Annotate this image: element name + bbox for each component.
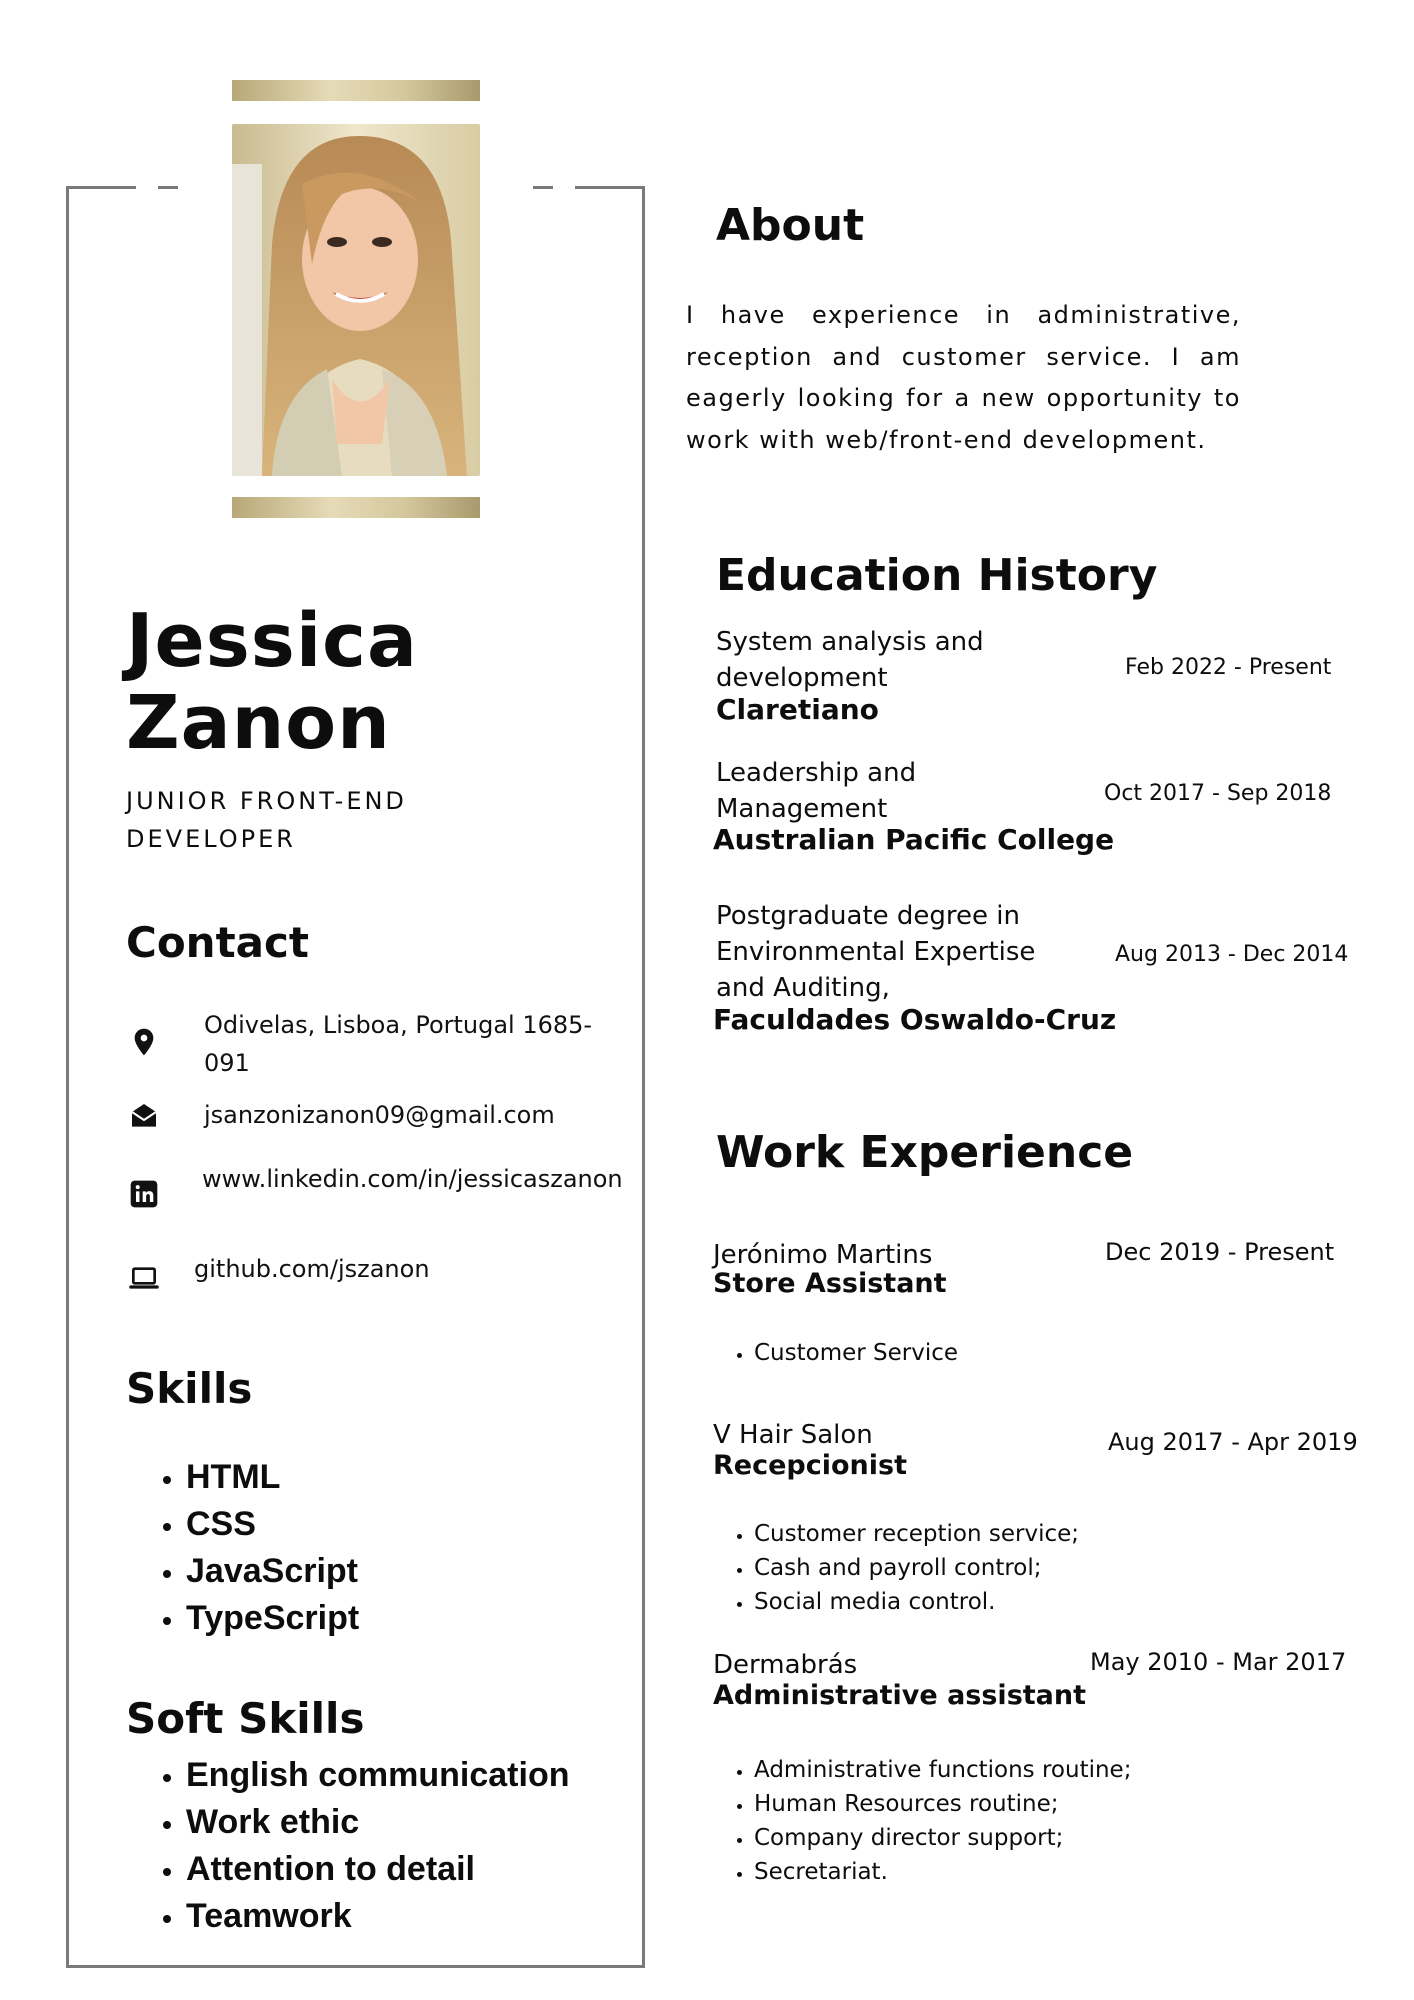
job-role: JUNIOR FRONT-END DEVELOPER	[126, 787, 407, 853]
skill-item: JavaScript	[186, 1548, 359, 1595]
skill-item: HTML	[186, 1454, 359, 1501]
soft-skill-item: Work ethic	[186, 1799, 569, 1846]
education-school: Claretiano	[716, 693, 879, 726]
duty-item: Human Resources routine;	[754, 1787, 1131, 1821]
frame-top-segment	[575, 186, 645, 189]
education-course: System analysis and development	[716, 627, 984, 693]
skills-title: Skills	[126, 1364, 253, 1413]
about-text: I have experience in administrative, rec…	[686, 301, 1241, 454]
duty-item: Customer reception service;	[754, 1517, 1079, 1551]
duty-item: Social media control.	[754, 1585, 1079, 1619]
skill-item: CSS	[186, 1501, 359, 1548]
first-name: Jessica	[126, 598, 418, 684]
job-duties: Administrative functions routine; Human …	[716, 1753, 1131, 1889]
education-dates: Feb 2022 - Present	[1125, 655, 1332, 680]
envelope-icon	[128, 1100, 160, 1132]
frame-left-border	[66, 186, 69, 1968]
frame-bottom-border	[66, 1965, 645, 1968]
soft-skill-item: Teamwork	[186, 1893, 569, 1940]
soft-skills-title: Soft Skills	[126, 1694, 365, 1743]
skills-list: HTML CSS JavaScript TypeScript	[126, 1454, 359, 1642]
soft-skills-list: English communication Work ethic Attenti…	[126, 1752, 569, 1940]
job-duties: Customer Service	[716, 1336, 958, 1370]
contact-email[interactable]: jsanzonizanon09@gmail.com	[204, 1096, 604, 1134]
photo-strip-bottom	[232, 497, 480, 518]
photo-strip-top	[232, 80, 480, 101]
full-name: Jessica Zanon	[126, 600, 418, 764]
frame-right-border	[642, 186, 645, 1968]
job-company: V Hair Salon	[713, 1420, 873, 1450]
soft-skill-item: Attention to detail	[186, 1846, 569, 1893]
job-dates: Aug 2017 - Apr 2019	[1108, 1428, 1358, 1456]
laptop-icon	[128, 1262, 160, 1294]
soft-skill-item: English communication	[186, 1752, 569, 1799]
contact-title: Contact	[126, 918, 309, 967]
duty-item: Company director support;	[754, 1821, 1131, 1855]
education-course: Leadership and Management	[716, 758, 917, 824]
duty-item: Cash and payroll control;	[754, 1551, 1079, 1585]
skill-item: TypeScript	[186, 1595, 359, 1642]
job-position: Store Assistant	[713, 1268, 947, 1299]
job-company: Dermabrás	[713, 1650, 858, 1680]
education-school: Australian Pacific College	[713, 823, 1115, 856]
education-course: Postgraduate degree in Environmental Exp…	[716, 901, 1036, 1003]
job-position: Recepcionist	[713, 1450, 908, 1481]
duty-item: Secretariat.	[754, 1855, 1131, 1889]
job-position: Administrative assistant	[713, 1680, 1087, 1711]
frame-top-dash	[158, 186, 178, 189]
education-school: Faculdades Oswaldo-Cruz	[713, 1003, 1117, 1036]
job-duties: Customer reception service; Cash and pay…	[716, 1517, 1079, 1619]
linkedin-icon	[128, 1178, 160, 1210]
education-dates: Oct 2017 - Sep 2018	[1104, 781, 1332, 806]
profile-photo	[232, 124, 480, 476]
duty-item: Customer Service	[754, 1336, 958, 1370]
education-dates: Aug 2013 - Dec 2014	[1115, 942, 1349, 967]
education-title: Education History	[716, 550, 1158, 601]
contact-address: Odivelas, Lisboa, Portugal 1685-091	[204, 1011, 593, 1077]
job-company: Jerónimo Martins	[713, 1240, 933, 1270]
location-pin-icon	[128, 1026, 160, 1058]
contact-github[interactable]: github.com/jszanon	[194, 1250, 594, 1288]
last-name: Zanon	[126, 680, 391, 766]
frame-top-dash	[533, 186, 553, 189]
job-dates: May 2010 - Mar 2017	[1090, 1648, 1347, 1676]
frame-top-segment	[66, 186, 136, 189]
duty-item: Administrative functions routine;	[754, 1753, 1131, 1787]
work-title: Work Experience	[716, 1127, 1134, 1178]
about-title: About	[716, 200, 865, 251]
job-dates: Dec 2019 - Present	[1105, 1238, 1335, 1266]
contact-linkedin[interactable]: www.linkedin.com/in/jessicaszanon	[202, 1160, 623, 1198]
